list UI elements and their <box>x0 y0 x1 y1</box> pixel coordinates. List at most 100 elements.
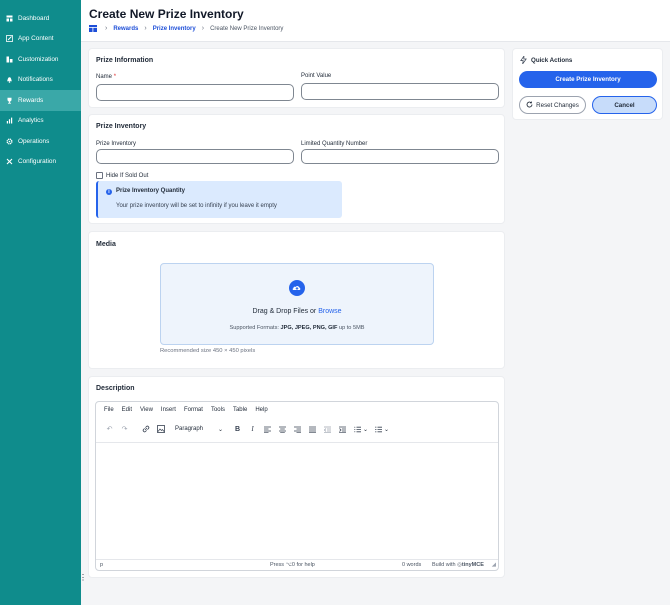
bullet-list-icon[interactable] <box>373 424 384 434</box>
breadcrumb-rewards[interactable]: Rewards <box>113 26 138 32</box>
prize-inventory-input[interactable] <box>96 149 294 164</box>
formats-prefix: Supported Formats: <box>229 325 279 331</box>
bar-chart-icon <box>6 117 13 124</box>
card-title: Prize Information <box>96 57 154 64</box>
breadcrumb-current: Create New Prize Inventory <box>210 25 284 32</box>
prize-information-card: Prize Information Name * Point Value <box>88 48 505 108</box>
breadcrumb-prize-inventory[interactable]: Prize Inventory <box>153 26 196 32</box>
editor-menubar: File Edit View Insert Format Tools Table… <box>104 407 268 413</box>
formats-list: JPG, JPEG, PNG, GIF <box>280 325 338 331</box>
browse-link[interactable]: Browse <box>318 308 341 315</box>
brand-name: tinyMCE <box>461 562 484 568</box>
customize-icon <box>6 56 13 63</box>
breadcrumb: › Rewards › Prize Inventory › Create New… <box>89 25 283 32</box>
sidebar-item-label: Customization <box>18 55 59 63</box>
sidebar-item-app-content[interactable]: App Content <box>0 29 81 50</box>
card-title: Prize Inventory <box>96 123 147 130</box>
sidebar-item-label: Rewards <box>18 96 44 104</box>
sidebar-item-operations[interactable]: Operations <box>0 131 81 152</box>
built-with-text: Build with <box>432 562 456 568</box>
resize-handle-icon[interactable]: ◢ <box>492 562 496 568</box>
sidebar-item-configuration[interactable]: Configuration <box>0 152 81 173</box>
page-header: Create New Prize Inventory › Rewards › P… <box>81 0 670 42</box>
point-value-input[interactable] <box>301 83 499 100</box>
home-grid-icon[interactable] <box>89 25 97 32</box>
sidebar-item-notifications[interactable]: Notifications <box>0 70 81 91</box>
lightning-icon <box>520 54 527 66</box>
menu-insert[interactable]: Insert <box>161 407 176 413</box>
description-card: Description File Edit View Insert Format… <box>88 376 505 578</box>
hide-sold-out-checkbox[interactable] <box>96 172 103 179</box>
sidebar-item-customization[interactable]: Customization <box>0 49 81 70</box>
menu-tools[interactable]: Tools <box>211 407 225 413</box>
indent-icon[interactable] <box>337 424 348 434</box>
info-icon: i <box>106 189 112 195</box>
menu-file[interactable]: File <box>104 407 114 413</box>
create-prize-inventory-button[interactable]: Create Prize Inventory <box>519 71 657 88</box>
redo-icon[interactable]: ↷ <box>119 424 130 434</box>
chevron-down-icon[interactable]: ⌄ <box>363 426 368 433</box>
sidebar-item-label: Notifications <box>18 76 53 84</box>
image-icon[interactable] <box>155 424 166 434</box>
align-justify-icon[interactable] <box>307 424 318 434</box>
menu-format[interactable]: Format <box>184 407 203 413</box>
outdent-icon[interactable] <box>322 424 333 434</box>
trophy-icon <box>6 97 13 104</box>
quick-actions-title: Quick Actions <box>531 57 573 64</box>
file-dropzone[interactable]: Drag & Drop Files or Browse Supported Fo… <box>160 263 434 345</box>
info-text: Your prize inventory will be set to infi… <box>116 203 277 209</box>
upload-cloud-icon <box>289 280 305 296</box>
chevron-right-icon: › <box>144 25 147 32</box>
sidebar-item-analytics[interactable]: Analytics <box>0 111 81 132</box>
sidebar-item-label: Analytics <box>18 117 44 125</box>
dashboard-icon <box>6 15 13 22</box>
chevron-down-icon[interactable]: ⌄ <box>384 426 389 433</box>
sidebar-item-dashboard[interactable]: Dashboard <box>0 8 81 29</box>
sidebar-item-label: App Content <box>18 35 54 43</box>
recommended-size: Recommended size 450 × 450 pixels <box>160 348 256 354</box>
info-box: i Prize Inventory Quantity Your prize in… <box>96 181 342 218</box>
editor-content-area[interactable] <box>96 443 498 559</box>
formats-suffix: up to 5MB <box>338 325 365 331</box>
element-path[interactable]: p <box>100 562 103 568</box>
numbered-list-icon[interactable] <box>352 424 363 434</box>
refresh-icon <box>526 101 533 110</box>
cancel-button[interactable]: Cancel <box>592 96 657 114</box>
tools-icon <box>6 158 13 165</box>
block-format-value: Paragraph <box>175 426 204 432</box>
reset-changes-button[interactable]: Reset Changes <box>519 96 586 114</box>
menu-view[interactable]: View <box>140 407 153 413</box>
gear-icon <box>6 138 13 145</box>
sidebar-item-rewards[interactable]: Rewards <box>0 90 81 111</box>
editor-statusbar: p Press ⌥0 for help 0 words Build with ◎… <box>96 559 498 570</box>
page-title: Create New Prize Inventory <box>89 7 244 21</box>
chevron-right-icon: › <box>201 25 205 32</box>
name-input[interactable] <box>96 84 294 101</box>
link-icon[interactable] <box>140 424 151 434</box>
sidebar: Dashboard App Content Customization Noti… <box>0 0 87 605</box>
menu-edit[interactable]: Edit <box>122 407 132 413</box>
drop-instructions: Drag & Drop Files or Browse <box>161 308 433 315</box>
sidebar-resize-handle[interactable]: ⋮ <box>79 573 87 583</box>
word-count[interactable]: 0 words <box>402 562 421 568</box>
italic-icon[interactable]: I <box>247 424 258 434</box>
align-right-icon[interactable] <box>292 424 303 434</box>
rich-text-editor: File Edit View Insert Format Tools Table… <box>95 401 499 571</box>
prize-inventory-card: Prize Inventory Prize Inventory Limited … <box>88 114 505 224</box>
bell-icon <box>6 76 13 84</box>
chevron-right-icon: › <box>105 25 108 32</box>
menu-help[interactable]: Help <box>255 407 267 413</box>
edit-icon <box>6 35 13 43</box>
menu-table[interactable]: Table <box>233 407 247 413</box>
align-left-icon[interactable] <box>262 424 273 434</box>
name-label-text: Name <box>96 74 113 80</box>
bold-icon[interactable]: B <box>232 424 243 434</box>
reset-changes-label: Reset Changes <box>536 101 579 109</box>
editor-toolbar: ↶ ↷ Paragraph ⌄ B I ⌄ ⌄ <box>104 423 390 435</box>
limited-quantity-input[interactable] <box>301 149 499 164</box>
undo-icon[interactable]: ↶ <box>104 424 115 434</box>
media-card: Media Drag & Drop Files or Browse Suppor… <box>88 231 505 369</box>
align-center-icon[interactable] <box>277 424 288 434</box>
block-format-select[interactable]: Paragraph ⌄ <box>172 424 226 434</box>
hide-sold-out-label: Hide If Sold Out <box>106 173 149 179</box>
